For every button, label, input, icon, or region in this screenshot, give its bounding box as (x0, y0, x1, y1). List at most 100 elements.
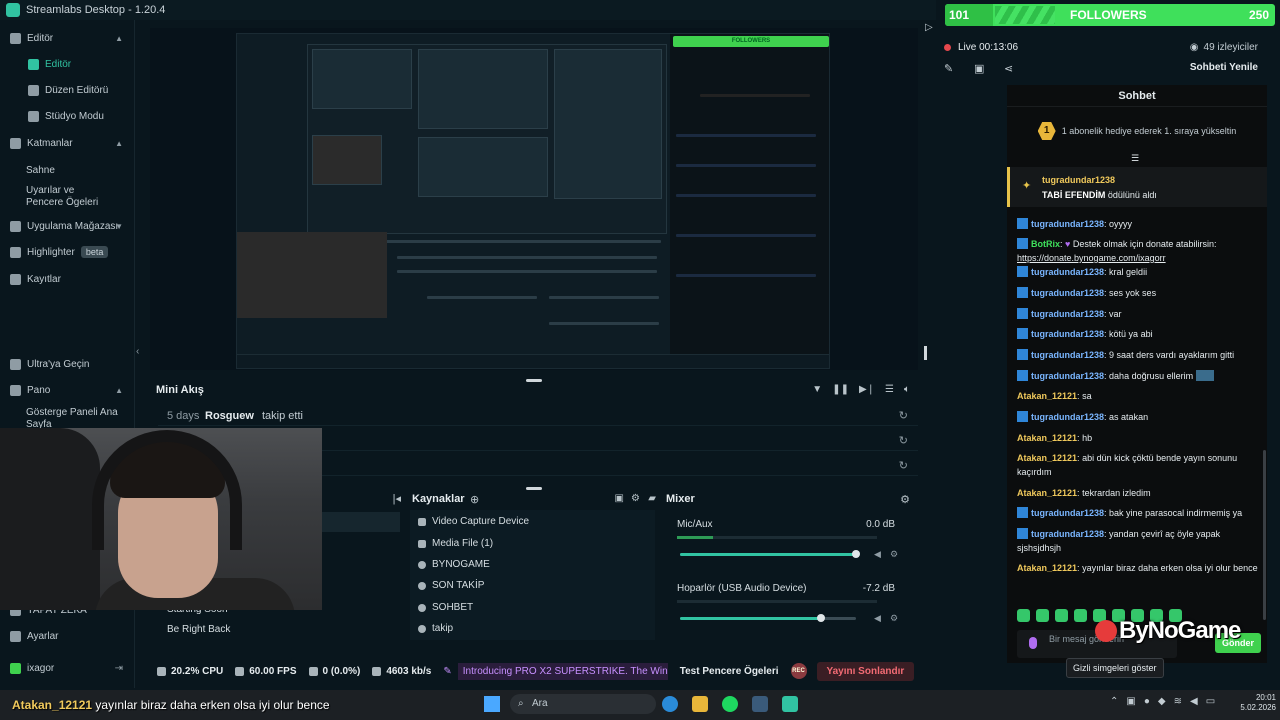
queue-icon[interactable]: ☰ (885, 384, 894, 395)
sidebar-item-layout-editor[interactable]: Düzen Editörü (0, 80, 135, 100)
donate-link[interactable]: https://donate.bynogame.com/ixagorr (1017, 253, 1166, 263)
repeat-alert-icon[interactable]: ↻ (899, 409, 908, 422)
chat-user[interactable]: tugradundar1238 (1031, 412, 1104, 422)
sidebar-item-settings[interactable]: Ayarlar (0, 626, 135, 646)
slider-knob[interactable] (816, 614, 825, 622)
gift-banner[interactable]: 1 1 abonelik hediye ederek 1. sıraya yük… (1007, 113, 1267, 149)
slider-knob[interactable] (852, 550, 860, 558)
wifi-icon[interactable]: ≋ (1174, 696, 1182, 707)
chat-message: tugradundar1238: oyyyy (1017, 217, 1261, 231)
chat-message: Atakan_12121: hb (1017, 433, 1093, 443)
emote-icon[interactable] (1036, 609, 1049, 622)
record-button[interactable]: REC (790, 663, 807, 679)
speaker-icon[interactable]: ◀︎ (874, 549, 881, 560)
edit-icon[interactable]: ✎ (944, 62, 953, 75)
sidebar-group-dashboard[interactable]: Pano ▲ (0, 380, 135, 400)
sidebar-item-editor[interactable]: Editör (0, 54, 135, 74)
source-item[interactable]: takip (418, 623, 453, 634)
collapse-right-panel-icon[interactable]: ▷ (925, 22, 933, 33)
source-group-icon[interactable]: ▣ (615, 493, 624, 504)
source-item[interactable]: SON TAKİP (418, 580, 484, 591)
source-folder-icon[interactable]: ▰ (648, 493, 656, 504)
chat-user[interactable]: tugradundar1238 (1031, 288, 1104, 298)
chat-user[interactable]: tugradundar1238 (1031, 329, 1104, 339)
selected-scene-row[interactable] (320, 512, 400, 532)
emote-icon[interactable] (1017, 609, 1030, 622)
volume-slider[interactable] (680, 614, 856, 622)
source-item[interactable]: Video Capture Device (418, 516, 529, 527)
sidebar-item-user[interactable]: ixagor ⇥ (0, 658, 135, 678)
speaker-icon[interactable]: ◀︎ (874, 613, 881, 624)
volume-icon[interactable]: 🔈︎ (904, 384, 910, 395)
end-stream-button[interactable]: Yayını Sonlandır (816, 661, 915, 681)
add-source-icon[interactable]: ⊕ (470, 493, 479, 506)
chat-user[interactable]: Atakan_12121 (1017, 563, 1077, 573)
chat-user[interactable]: Atakan_12121 (1017, 453, 1077, 463)
stream-preview[interactable]: FOLLOWERS (236, 33, 830, 369)
repeat-alert-icon[interactable]: ↻ (899, 459, 908, 472)
battery-icon[interactable]: ▭ (1206, 696, 1215, 707)
streamlabs-taskbar-icon[interactable] (782, 696, 798, 712)
emote-icon[interactable] (1074, 609, 1087, 622)
spotify-icon[interactable] (722, 696, 738, 712)
sidebar-group-app-store[interactable]: Uygulama Mağazası ▼ (0, 216, 135, 236)
tray-app-icon[interactable]: ◆ (1158, 696, 1166, 707)
filter-icon[interactable]: ▼ (812, 384, 822, 395)
chat-user[interactable]: Atakan_12121 (1017, 488, 1077, 498)
chat-user[interactable]: tugradundar1238 (1031, 371, 1104, 381)
chat-user[interactable]: BotRix (1031, 239, 1060, 249)
sidebar-item-recordings[interactable]: Kayıtlar (0, 269, 135, 289)
chat-user[interactable]: tugradundar1238 (1031, 267, 1104, 277)
chat-user[interactable]: tugradundar1238 (1031, 219, 1104, 229)
source-item[interactable]: Media File (1) (418, 538, 493, 549)
chat-user[interactable]: tugradundar1238 (1031, 529, 1104, 539)
chat-user[interactable]: tugradundar1238 (1031, 350, 1104, 360)
mixer-gear-icon[interactable]: ⚙ (900, 493, 910, 506)
sidebar-item-highlighter[interactable]: Highlighter beta (0, 242, 135, 262)
source-item[interactable]: BYNOGAME (418, 559, 490, 570)
scene-item[interactable]: Be Right Back (167, 624, 230, 635)
sidebar-item-studio-mode[interactable]: Stüdyo Modu (0, 106, 135, 126)
source-item[interactable]: SOHBET (418, 602, 473, 613)
refresh-chat-button[interactable]: Sohbeti Yenile (1190, 62, 1258, 73)
tray-app-icon[interactable]: ▣ (1126, 696, 1135, 707)
steam-icon[interactable] (752, 696, 768, 712)
chat-user[interactable]: Atakan_12121 (1017, 433, 1077, 443)
skip-icon[interactable]: ▶❘ (859, 384, 875, 395)
chat-user[interactable]: Atakan_12121 (1017, 391, 1077, 401)
microphone-icon[interactable]: ● (1144, 696, 1150, 707)
reward-redeem-card: ✦ tugradundar1238 TABİ EFENDİM ödülünü a… (1007, 167, 1267, 207)
taskbar-search[interactable]: Ara (510, 694, 656, 714)
chat-scrollbar[interactable] (1263, 450, 1266, 620)
taskbar-clock[interactable]: 20:01 5.02.2026 (1228, 693, 1276, 713)
right-panel-resize-handle[interactable] (924, 346, 927, 360)
track-gear-icon[interactable]: ⚙ (890, 549, 898, 560)
file-explorer-icon[interactable] (692, 696, 708, 712)
share-icon[interactable]: ⋖ (1004, 62, 1013, 75)
chat-user[interactable]: tugradundar1238 (1031, 309, 1104, 319)
collapse-sidebar-icon[interactable]: ‹ (136, 346, 139, 357)
pause-icon[interactable]: ❚❚ (832, 384, 849, 395)
filter-lines-icon[interactable]: ☰ (1131, 153, 1139, 164)
source-settings-icon[interactable]: ⚙ (631, 493, 640, 504)
repeat-alert-icon[interactable]: ↻ (899, 434, 908, 447)
logout-icon[interactable]: ⇥ (115, 663, 123, 674)
speaker-icon[interactable]: ◀ (1190, 696, 1198, 707)
volume-slider[interactable] (680, 550, 860, 558)
sidebar-item-ultra[interactable]: Ultra'ya Geçin (0, 354, 135, 374)
copy-icon[interactable]: ▣ (974, 62, 984, 75)
test-widgets-button[interactable]: Test Pencere Ögeleri (680, 666, 779, 677)
chevron-up-icon[interactable]: ⌃ (1110, 696, 1118, 707)
chat-user[interactable]: tugradundar1238 (1031, 508, 1104, 518)
edge-icon[interactable] (662, 696, 678, 712)
collapse-panel-icon[interactable]: |◂ (393, 492, 401, 505)
sidebar-item-scene[interactable]: Sahne (0, 160, 135, 180)
sidebar-group-layers[interactable]: Katmanlar ▲ (0, 133, 135, 153)
windows-start-icon[interactable] (484, 696, 500, 712)
sidebar-group-editor[interactable]: Editör ▲ (0, 28, 135, 48)
emote-icon[interactable] (1055, 609, 1068, 622)
sidebar-item-alerts-widgets[interactable]: Uyarılar ve Pencere Ögeleri (0, 184, 112, 210)
news-ticker[interactable]: Introducing PRO X2 SUPERSTRIKE. The Winn… (457, 662, 668, 680)
track-gear-icon[interactable]: ⚙ (890, 613, 898, 624)
mic-icon[interactable] (1029, 637, 1037, 649)
